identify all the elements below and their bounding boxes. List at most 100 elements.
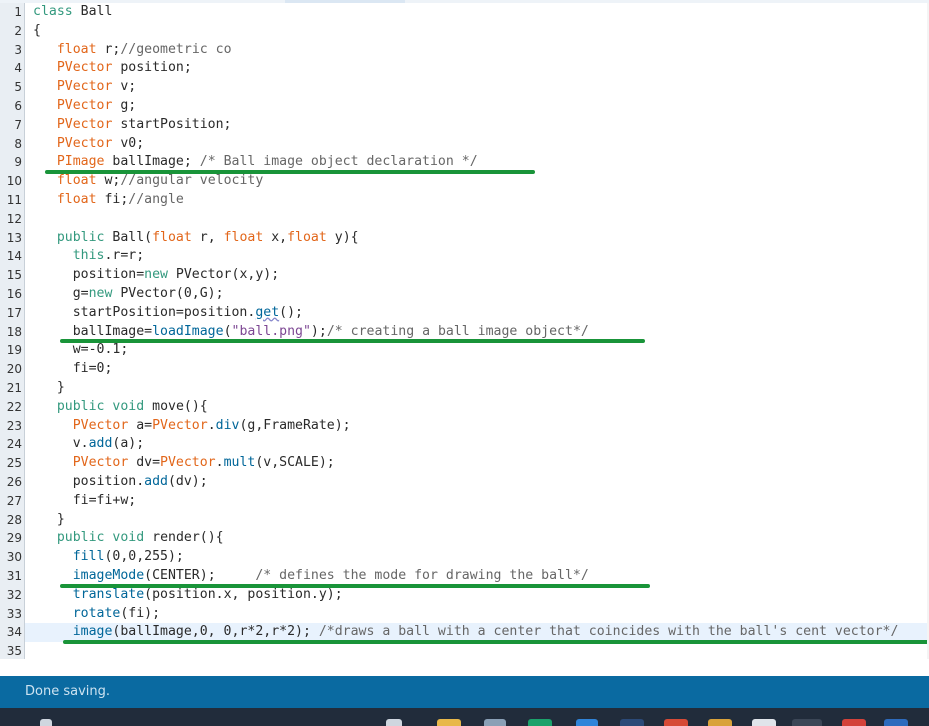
line-number: 3 — [14, 42, 22, 57]
code-token: (g,FrameRate); — [239, 417, 351, 433]
code-line[interactable]: w=-0.1; — [25, 341, 929, 360]
code-line[interactable]: fi=0; — [25, 360, 929, 379]
line-number: 33 — [6, 606, 22, 621]
code-token: public — [56, 530, 105, 546]
line-number: 28 — [6, 512, 22, 527]
edge-browser-icon[interactable] — [528, 719, 552, 726]
windows-taskbar — [0, 708, 929, 726]
code-token: translate — [72, 586, 145, 602]
code-line[interactable]: position.add(dv); — [25, 473, 929, 492]
code-token: v. — [33, 436, 89, 452]
line-number: 2 — [14, 23, 22, 38]
code-line[interactable]: public Ball(float r, float x,float y){ — [25, 229, 929, 248]
code-token: fi=0; — [33, 361, 113, 377]
code-line[interactable]: PVector startPosition; — [25, 116, 929, 135]
code-token: (a); — [112, 436, 145, 452]
code-line[interactable]: float fi;//angle — [25, 191, 929, 210]
code-line[interactable]: { — [25, 22, 929, 41]
file-explorer-icon[interactable] — [437, 719, 461, 726]
store-icon[interactable] — [484, 719, 506, 726]
processing-app-icon[interactable] — [792, 719, 822, 726]
app-icon-red-2[interactable] — [842, 719, 866, 726]
line-number: 17 — [6, 305, 22, 320]
code-line[interactable]: PVector dv=PVector.mult(v,SCALE); — [25, 454, 929, 473]
app-icon-yellow[interactable] — [708, 719, 732, 726]
code-token: class — [33, 4, 73, 19]
code-token: float — [56, 192, 97, 207]
code-token: new — [144, 267, 168, 283]
code-token: PVector — [72, 417, 129, 433]
app-icon-white[interactable] — [752, 719, 776, 726]
code-line[interactable] — [25, 210, 929, 229]
code-token: float — [287, 229, 327, 245]
line-number: 4 — [14, 61, 22, 76]
task-view-icon[interactable] — [386, 719, 402, 726]
code-line[interactable]: rotate(fi); — [25, 605, 929, 624]
code-line[interactable]: public void move(){ — [25, 398, 929, 417]
code-token: image — [72, 624, 113, 640]
line-number: 7 — [14, 117, 22, 132]
code-editor[interactable]: class Ball{ float r;//geometric co PVect… — [25, 3, 929, 659]
code-token: PVector — [56, 60, 113, 76]
code-line[interactable]: startPosition=position.get(); — [25, 304, 929, 323]
line-number: 8 — [14, 136, 22, 151]
code-token: (ballImage,0, 0,r*2,r*2); — [112, 624, 319, 640]
code-line[interactable]: } — [25, 511, 929, 530]
line-number: 19 — [6, 343, 22, 358]
line-number: 12 — [6, 211, 22, 226]
mail-icon[interactable] — [576, 719, 598, 726]
app-icon[interactable] — [620, 719, 644, 726]
code-line[interactable]: PVector position; — [25, 59, 929, 78]
code-line[interactable]: PVector g; — [25, 97, 929, 116]
code-line[interactable]: this.r=r; — [25, 247, 929, 266]
code-line[interactable]: float r;//geometric co — [25, 41, 929, 60]
annotation-underline — [60, 339, 645, 344]
code-token: Ball — [72, 4, 113, 19]
code-token: PVector — [72, 455, 129, 471]
line-number: 31 — [6, 569, 22, 583]
code-line[interactable]: position=new PVector(x,y); — [25, 266, 929, 285]
code-line[interactable]: class Ball — [25, 3, 929, 22]
search-icon[interactable] — [40, 719, 52, 726]
code-line[interactable]: fi=fi+w; — [25, 492, 929, 511]
code-line[interactable]: v.add(a); — [25, 435, 929, 454]
code-line[interactable]: } — [25, 379, 929, 398]
code-token: imageMode — [72, 568, 145, 583]
code-line[interactable]: g=new PVector(0,G); — [25, 285, 929, 304]
code-line[interactable]: float w;//angular velocity — [25, 172, 929, 191]
code-token: //angular velocity — [120, 173, 264, 189]
line-number: 29 — [6, 531, 22, 546]
code-token: /* Ball image object declaration */ — [199, 154, 478, 170]
code-token: g= — [33, 286, 89, 301]
code-token: (0,0,255); — [104, 549, 184, 565]
code-line[interactable]: PVector a=PVector.div(g,FrameRate); — [25, 417, 929, 436]
code-token: //angle — [128, 192, 184, 207]
code-line[interactable]: PVector v; — [25, 78, 929, 97]
code-token: dv= — [128, 455, 161, 471]
app-icon-blue[interactable] — [884, 719, 908, 726]
code-line[interactable] — [25, 642, 929, 659]
line-number: 9 — [14, 155, 22, 170]
code-token: v; — [112, 79, 137, 95]
code-token: add — [144, 474, 168, 489]
code-line[interactable]: PVector v0; — [25, 135, 929, 154]
code-line[interactable]: fill(0,0,255); — [25, 548, 929, 567]
line-number: 23 — [6, 418, 22, 433]
app-icon-red[interactable] — [664, 719, 688, 726]
code-line[interactable]: imageMode(CENTER); /* defines the mode f… — [25, 567, 929, 586]
code-token: mult — [223, 455, 256, 471]
annotation-underline — [45, 170, 535, 175]
code-line[interactable]: translate(position.x, position.y); — [25, 586, 929, 605]
code-line[interactable]: public void render(){ — [25, 529, 929, 548]
code-token: (dv); — [167, 474, 208, 489]
code-token: a= — [128, 417, 153, 433]
code-token: PVector — [56, 79, 113, 95]
code-token: (); — [279, 304, 303, 320]
